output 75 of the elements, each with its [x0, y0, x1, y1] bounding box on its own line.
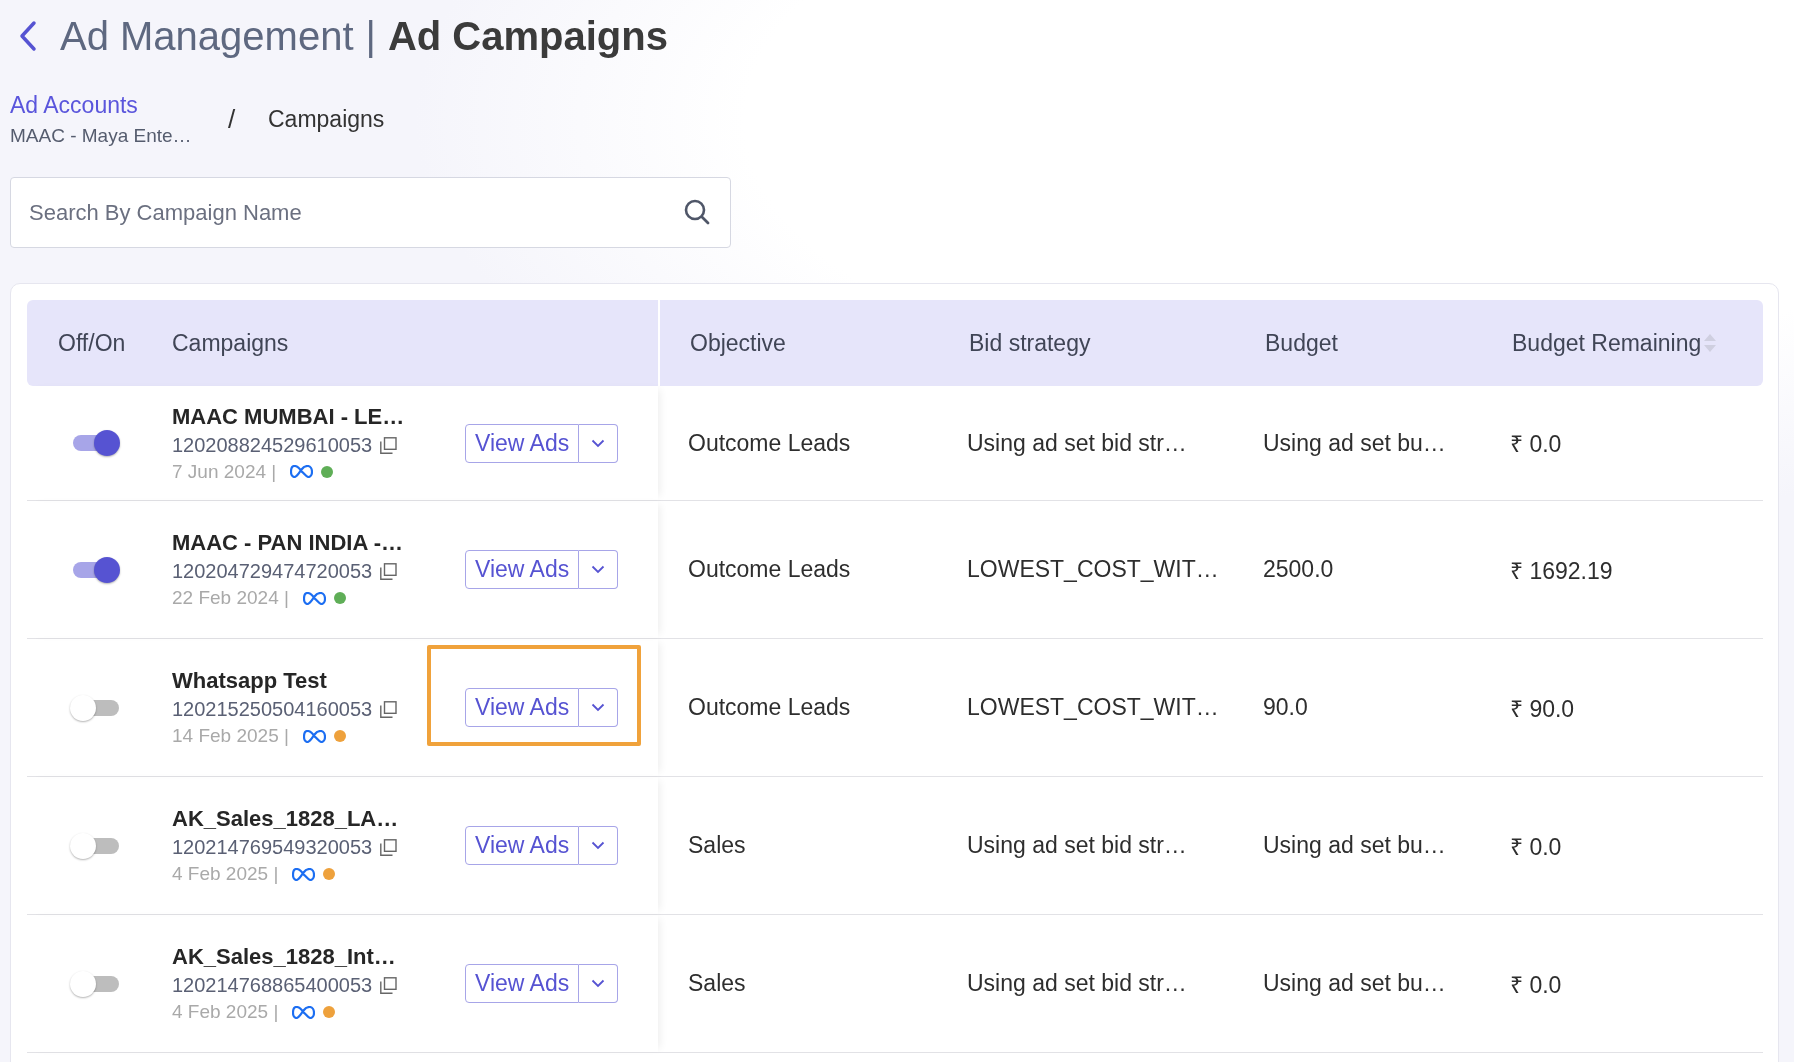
budget-remaining-cell-text: ₹ 0.0: [1509, 832, 1563, 861]
objective-cell-text: Outcome Leads: [687, 428, 852, 458]
infinity-logo-icon: [292, 1005, 316, 1019]
dropdown-button[interactable]: [579, 964, 619, 1003]
budget-remaining-cell-text: ₹ 0.0: [1509, 970, 1563, 999]
budget-cell-text: Using ad set bu…: [1262, 969, 1447, 998]
breadcrumb-separator: /: [228, 104, 237, 135]
objective-cell-text: Outcome Leads: [687, 555, 852, 584]
title-separator: |: [365, 13, 376, 59]
view-ads-button[interactable]: View Ads: [465, 964, 580, 1003]
copy-icon[interactable]: [380, 839, 398, 856]
chevron-down-icon: [591, 438, 606, 448]
campaign-date: 22 Feb 2024 |: [172, 587, 289, 609]
budget-remaining-cell-text: ₹ 0.0: [1509, 430, 1563, 458]
campaign-date: 14 Feb 2025 |: [172, 725, 289, 747]
column-header: Bid strategy: [969, 329, 1091, 357]
bid-strategy-cell-text: Using ad set bid str…: [966, 969, 1188, 998]
infinity-logo-icon: [292, 867, 316, 881]
page-title: Ad Management: [60, 13, 354, 59]
view-ads-button[interactable]: View Ads: [465, 826, 580, 865]
copy-icon[interactable]: [380, 436, 398, 454]
breadcrumb-link[interactable]: Ad Accounts: [10, 92, 228, 119]
campaign-date: 4 Feb 2025 |: [172, 863, 279, 885]
budget-cell-text: Using ad set bu…: [1262, 831, 1447, 860]
objective-cell-text: Sales: [687, 969, 747, 998]
dropdown-button[interactable]: [579, 826, 619, 865]
chevron-down-icon: [591, 979, 606, 988]
chevron-down-icon: [591, 565, 606, 574]
chevron-down-icon: [591, 703, 606, 712]
campaign-name: MAAC MUMBAI - LE…: [172, 403, 406, 430]
campaign-name: AK_Sales_1828_Int…: [172, 944, 397, 970]
dropdown-button[interactable]: [579, 550, 619, 589]
objective-cell-text: Outcome Leads: [687, 693, 852, 722]
campaign-name: Whatsapp Test: [172, 668, 328, 694]
campaign-name: MAAC - PAN INDIA -…: [172, 530, 404, 556]
column-header: Objective: [690, 329, 786, 357]
bid-strategy-cell-text: Using ad set bid str…: [966, 831, 1188, 860]
view-ads-button[interactable]: View Ads: [465, 550, 580, 589]
campaign-id: 120214768865400053: [172, 974, 373, 997]
campaign-id: 120214769549320053: [172, 836, 373, 859]
bid-strategy-cell-text: LOWEST_COST_WIT…: [966, 693, 1220, 722]
infinity-logo-icon: [290, 465, 314, 478]
back-icon[interactable]: [18, 20, 38, 52]
infinity-logo-icon: [302, 591, 326, 605]
page-subtitle: Ad Campaigns: [387, 13, 668, 59]
copy-icon[interactable]: [380, 563, 398, 580]
search-field[interactable]: Search By Campaign Name: [10, 177, 731, 248]
column-header: Budget: [1265, 329, 1338, 357]
dropdown-button[interactable]: [579, 688, 619, 727]
campaign-date: 4 Feb 2025 |: [172, 1001, 279, 1023]
breadcrumb-current: Campaigns: [268, 106, 385, 133]
campaign-id: 120215250504160053: [172, 698, 373, 721]
campaign-id: 120208824529610053: [172, 433, 373, 457]
objective-cell-text: Sales: [687, 831, 747, 860]
budget-remaining-cell-text: ₹ 90.0: [1509, 694, 1576, 723]
budget-cell-text: 2500.0: [1262, 555, 1335, 584]
chevron-down-icon: [591, 841, 606, 850]
bid-strategy-cell-text: LOWEST_COST_WIT…: [966, 555, 1220, 584]
view-ads-button[interactable]: View Ads: [465, 688, 580, 727]
copy-icon[interactable]: [380, 977, 398, 994]
campaign-id: 120204729474720053: [172, 560, 373, 583]
column-header[interactable]: Budget Remaining: [1512, 329, 1718, 357]
search-icon[interactable]: [683, 198, 711, 226]
campaign-date: 7 Jun 2024 |: [172, 460, 277, 483]
view-ads-button[interactable]: View Ads: [465, 423, 580, 463]
budget-cell-text: Using ad set bu…: [1262, 428, 1447, 458]
copy-icon[interactable]: [380, 701, 398, 718]
column-header: Off/On: [58, 329, 126, 357]
infinity-logo-icon: [302, 729, 326, 743]
budget-cell-text: 90.0: [1262, 693, 1309, 722]
budget-remaining-cell-text: ₹ 1692.19: [1509, 556, 1614, 585]
column-header: Campaigns: [172, 329, 289, 357]
campaign-name: AK_Sales_1828_LA…: [172, 806, 400, 832]
bid-strategy-cell-text: Using ad set bid str…: [966, 428, 1188, 458]
account-name: MAAC - Maya Ente…: [10, 125, 193, 147]
